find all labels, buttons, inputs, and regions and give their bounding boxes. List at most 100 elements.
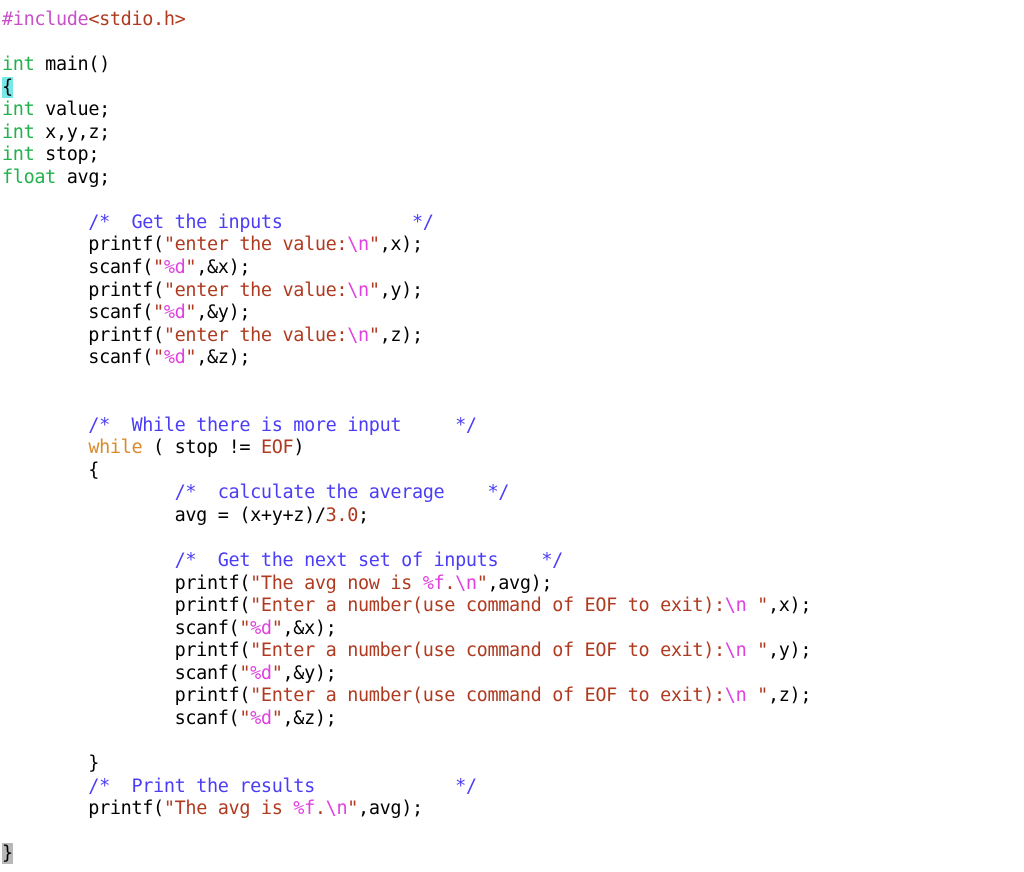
code-token-plain: main() [34,54,110,76]
code-token-str: " [153,302,164,324]
code-token-plain: value; [34,99,110,121]
code-token-fmt: \n [724,595,747,617]
code-token-str: EOF [260,437,294,459]
code-line[interactable]: ​ [2,731,1024,754]
code-token-str: " [476,572,488,594]
code-token-fmt: \n [455,572,477,594]
code-line[interactable]: ​ [2,528,1024,551]
code-line[interactable]: ​ [2,370,1024,393]
code-line[interactable]: #include<stdio.h> [2,9,1024,32]
code-token-str: 3.0 [325,505,359,527]
code-token-plain: ,&z); [196,347,251,369]
code-line[interactable]: /* Get the inputs */ [2,212,1024,235]
code-token-plain: ,z); [379,324,424,346]
code-token-fmt: %d [250,662,272,684]
code-token-type: int [2,144,35,166]
code-line[interactable]: /* While there is more input */ [2,415,1024,438]
code-line[interactable]: printf("Enter a number(use command of EO… [2,595,1024,618]
code-line[interactable]: while ( stop != EOF) [2,437,1024,460]
code-token-com: /* calculate the average */ [2,482,510,504]
code-token-str: "Enter a number(use command of EOF to ex… [250,685,725,707]
code-token-plain: printf( [2,685,251,707]
code-token-plain: ; [358,505,369,527]
code-token-plain: ,&z); [282,707,337,729]
code-line[interactable]: { [2,460,1024,483]
code-token-str: " [347,798,359,820]
code-token-type: int [2,99,35,121]
code-token-plain: printf( [2,279,164,301]
code-token-str: " [239,707,251,729]
code-token-str: " [185,302,197,324]
code-line[interactable]: ​ [2,392,1024,415]
code-line[interactable]: avg = (x+y+z)/3.0; [2,505,1024,528]
code-line[interactable]: scanf("%d",&x); [2,618,1024,641]
code-line[interactable]: printf("The avg now is %f.\n",avg); [2,573,1024,596]
code-line[interactable]: /* calculate the average */ [2,482,1024,505]
code-token-str: " [239,617,251,639]
code-token-plain: ,z); [767,685,812,707]
code-token-plain: ,y); [379,279,424,301]
code-token-plain: ,&x); [196,257,251,279]
code-line[interactable]: int stop; [2,144,1024,167]
code-line[interactable]: printf("Enter a number(use command of EO… [2,685,1024,708]
code-token-plain: printf( [2,595,251,617]
code-token-plain: x,y,z; [34,121,110,143]
code-line[interactable]: printf("enter the value:\n",y); [2,280,1024,303]
code-token-plain: ,&y); [282,662,337,684]
code-line[interactable]: scanf("%d",&y); [2,302,1024,325]
code-token-plain: scanf( [2,617,240,639]
code-token-str: "The avg is [163,798,294,820]
code-line[interactable]: scanf("%d",&z); [2,347,1024,370]
code-token-str: "enter the value: [163,279,348,301]
code-token-str: " [271,617,283,639]
code-line[interactable]: float avg; [2,167,1024,190]
code-token-str: . [444,572,456,594]
code-token-plain: stop; [34,144,100,166]
code-line[interactable]: { [2,76,1024,100]
code-token-plain: avg = (x+y+z)/ [2,505,326,527]
code-token-plain: printf( [2,324,164,346]
source-code-block[interactable]: #include<stdio.h>​int main(){int value;i… [0,0,1024,866]
code-line[interactable]: int x,y,z; [2,122,1024,145]
code-token-str: " [746,685,768,707]
code-token-type: int [2,54,35,76]
code-token-plain: scanf( [2,302,154,324]
code-line[interactable]: printf("enter the value:\n",x); [2,234,1024,257]
code-token-brace-open: { [2,76,13,98]
code-token-plain: ,x); [767,595,812,617]
code-line[interactable]: ​ [2,189,1024,212]
code-line[interactable]: scanf("%d",&x); [2,257,1024,280]
code-line[interactable]: printf("Enter a number(use command of EO… [2,640,1024,663]
code-line[interactable]: printf("enter the value:\n",z); [2,325,1024,348]
code-token-plain: printf( [2,572,251,594]
code-line[interactable]: /* Print the results */ [2,776,1024,799]
code-token-com: /* While there is more input */ [2,414,477,436]
code-token-str: "Enter a number(use command of EOF to ex… [250,595,725,617]
code-line[interactable]: scanf("%d",&z); [2,708,1024,731]
code-token-fmt: %d [163,347,186,369]
code-line[interactable]: } [2,843,1024,866]
code-token-plain: scanf( [2,347,154,369]
code-token-plain: ,&x); [282,617,337,639]
code-line[interactable]: scanf("%d",&y); [2,663,1024,686]
code-line[interactable]: int main() [2,54,1024,77]
code-line[interactable]: ​ [2,821,1024,844]
code-line[interactable]: printf("The avg is %f.\n",avg); [2,798,1024,821]
code-token-plain: ,x); [379,234,424,256]
code-line[interactable]: int value; [2,99,1024,122]
code-line[interactable]: ​ [2,32,1024,55]
code-token-plain: scanf( [2,707,240,729]
code-line[interactable]: } [2,753,1024,776]
code-token-plain: ,avg); [358,798,423,820]
code-token-str: " [271,707,283,729]
code-line[interactable]: /* Get the next set of inputs */ [2,550,1024,573]
code-editor-canvas[interactable]: #include<stdio.h>​int main(){int value;i… [0,0,1024,872]
code-token-kw: while [88,437,143,459]
code-token-plain: printf( [2,234,164,256]
code-token-com: /* Get the inputs */ [2,211,434,233]
code-token-com: /* Get the next set of inputs */ [2,550,564,572]
code-token-str: " [368,279,380,301]
code-token-fmt: \n [724,685,747,707]
code-token-plain: ) [293,437,305,459]
